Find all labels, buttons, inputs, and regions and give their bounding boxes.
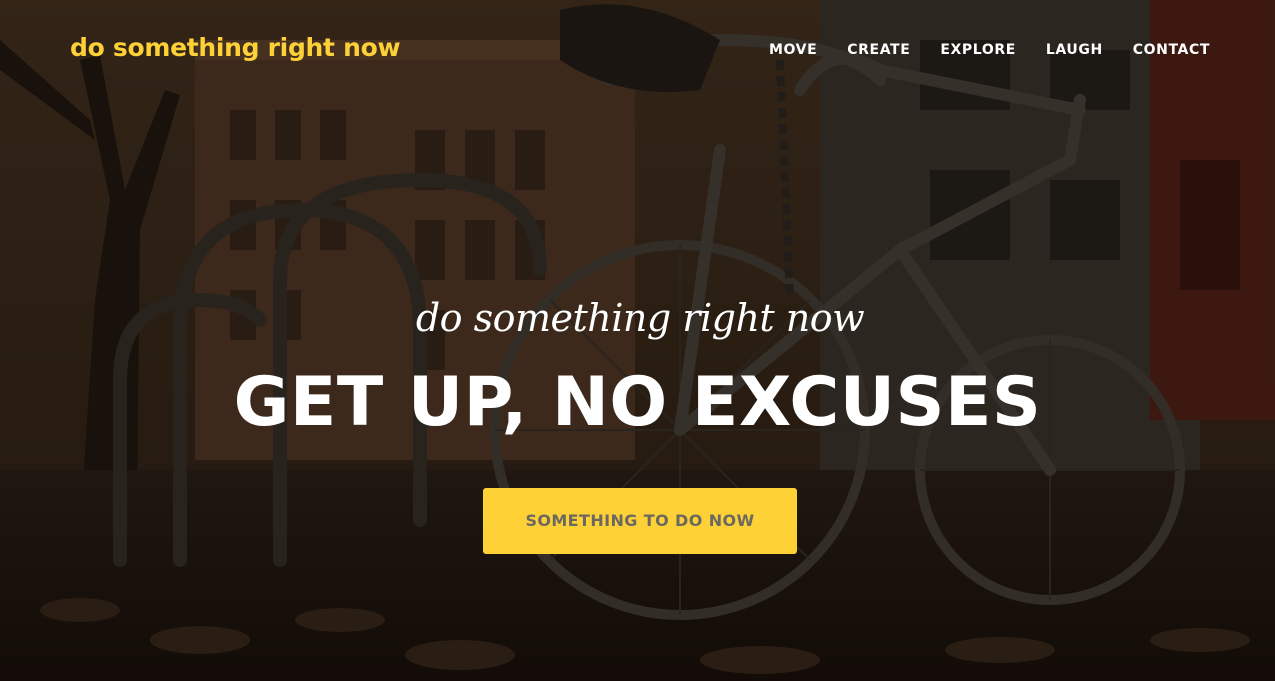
brand-logo-link[interactable]: do something right now: [70, 33, 401, 62]
hero-heading: GET UP, NO EXCUSES: [233, 363, 1042, 442]
nav-item-laugh[interactable]: LAUGH: [1016, 41, 1103, 59]
nav-item-explore[interactable]: EXPLORE: [910, 41, 1016, 59]
hero-subheading: do something right now: [415, 296, 865, 340]
cta-button[interactable]: SOMETHING TO DO NOW: [483, 488, 797, 554]
nav-item-move[interactable]: MOVE: [739, 41, 817, 59]
nav-item-contact[interactable]: CONTACT: [1103, 41, 1210, 59]
main-nav: MOVE CREATE EXPLORE LAUGH CONTACT: [739, 41, 1210, 59]
nav-item-create[interactable]: CREATE: [817, 41, 910, 59]
hero-section: do something right now MOVE CREATE EXPLO…: [0, 0, 1275, 681]
hero-content: do something right now GET UP, NO EXCUSE…: [0, 290, 1275, 554]
